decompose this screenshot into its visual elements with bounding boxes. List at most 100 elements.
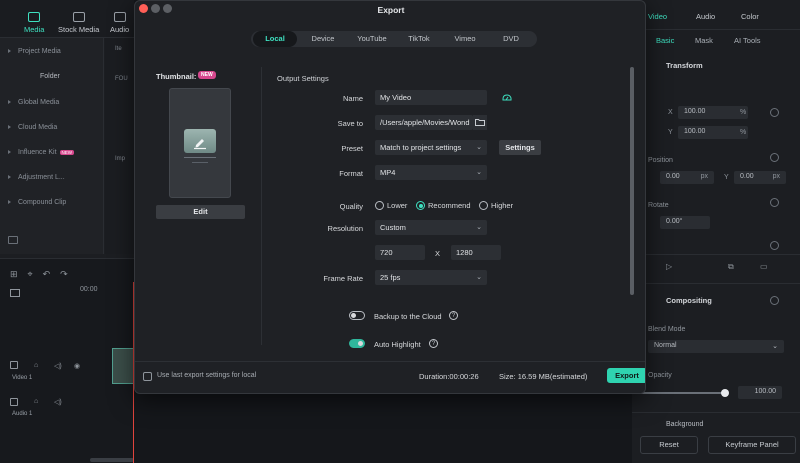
edit-pencil-icon (184, 129, 216, 153)
subtab-mask[interactable]: Mask (695, 36, 713, 45)
media-icon (28, 12, 41, 22)
tab-dvd[interactable]: DVD (489, 31, 533, 47)
add-track-icon[interactable] (10, 289, 20, 297)
tab-tiktok[interactable]: TikTok (397, 31, 441, 47)
rotate-field[interactable]: 0.00° (660, 216, 710, 229)
duration-text: Duration:00:00:26 (419, 372, 479, 381)
keyframe-icon[interactable] (770, 296, 779, 305)
tab-color[interactable]: Color (741, 12, 759, 21)
keyframe-panel-button[interactable]: Keyframe Panel (708, 436, 796, 454)
chevron-down-icon: ⌄ (476, 144, 482, 151)
scale-x-field[interactable]: 100.00 (678, 106, 748, 119)
section-background[interactable]: Background (666, 421, 703, 428)
keyframe-icon[interactable] (770, 198, 779, 207)
chevron-down-icon: ⌄ (476, 274, 482, 281)
save-path-input[interactable]: /Users/apple/Movies/Wond (375, 115, 473, 130)
backup-cloud-toggle[interactable] (349, 311, 365, 320)
library-item-project-media[interactable]: Project Media (8, 48, 61, 55)
ai-rename-icon[interactable] (501, 91, 513, 103)
tab-stock-media[interactable]: Stock Media (58, 12, 99, 34)
library-item-adjustment-layer[interactable]: Adjustment L... (8, 174, 65, 181)
position-y-field[interactable]: 0.00 px (734, 171, 786, 184)
edit-thumbnail-button[interactable]: Edit (156, 205, 245, 219)
thumbnail-preview[interactable] (169, 88, 231, 198)
grid-icon[interactable]: ⊞ (10, 269, 28, 279)
section-transform[interactable]: Transform (666, 61, 703, 70)
use-last-settings-label: Use last export settings for local (157, 372, 257, 379)
timeline-scrollbar[interactable] (90, 458, 134, 462)
thumbnail-divider (192, 162, 208, 163)
opacity-slider[interactable] (640, 392, 726, 394)
crop-icon[interactable]: ▭ (760, 262, 768, 271)
help-icon[interactable]: ? (449, 311, 458, 320)
panel-divider (632, 254, 800, 255)
audio-mute-icon[interactable]: ◁) (54, 362, 62, 370)
radio-icon (375, 201, 384, 210)
tab-audio-props[interactable]: Audio (696, 12, 715, 21)
expand-arrow-icon (8, 49, 12, 53)
media-browser: Ite FOU Imp (105, 38, 134, 254)
scale-y-field[interactable]: 100.00 (678, 126, 748, 139)
auto-highlight-label: Auto Highlight (374, 340, 421, 349)
video-clip[interactable] (112, 348, 134, 384)
trim-icon[interactable]: ⌖ (28, 269, 43, 279)
auto-highlight-toggle[interactable] (349, 339, 365, 348)
audio-track-icon (10, 398, 18, 406)
name-input[interactable]: My Video (375, 90, 487, 105)
resolution-label: Resolution (327, 224, 363, 233)
panel-divider (632, 283, 800, 284)
frame-rate-select[interactable]: 25 fps ⌄ (375, 270, 487, 285)
size-text: Size: 16.59 MB(estimated) (499, 372, 588, 381)
format-select[interactable]: MP4 ⌄ (375, 165, 487, 180)
chevron-down-icon: ⌄ (476, 169, 482, 176)
quality-option-lower[interactable]: Lower (375, 201, 407, 210)
section-compositing[interactable]: Compositing (666, 296, 712, 305)
audio-mute-icon[interactable]: ◁) (54, 398, 62, 406)
flip-horizontal-icon[interactable]: ▷ (666, 262, 672, 271)
opacity-slider-handle[interactable] (721, 389, 729, 397)
tab-media[interactable]: Media (24, 12, 44, 34)
library-item-folder[interactable]: Folder (40, 73, 60, 80)
new-folder-icon[interactable] (8, 236, 18, 244)
library-item-compound-clip[interactable]: Compound Clip (8, 199, 66, 206)
quality-option-higher[interactable]: Higher (479, 201, 513, 210)
reset-button[interactable]: Reset (640, 436, 698, 454)
folder-icon[interactable] (473, 115, 487, 130)
use-last-settings-checkbox[interactable] (143, 372, 152, 381)
tab-youtube[interactable]: YouTube (347, 31, 397, 47)
resolution-height-input[interactable]: 1280 (451, 245, 501, 260)
tab-video[interactable]: Video (648, 12, 667, 21)
expand-arrow-icon (8, 125, 12, 129)
preset-settings-button[interactable]: Settings (499, 140, 541, 155)
lock-icon[interactable]: ⌂ (34, 398, 38, 405)
eye-icon[interactable]: ◉ (74, 362, 80, 370)
keyframe-icon[interactable] (770, 241, 779, 250)
tab-local[interactable]: Local (253, 31, 297, 47)
export-button[interactable]: Export (607, 368, 645, 383)
library-item-influence-kit[interactable]: Influence Kit NEW (8, 149, 75, 156)
stock-media-icon (72, 12, 85, 22)
subtab-ai-tools[interactable]: AI Tools (734, 36, 761, 45)
blend-mode-select[interactable]: Normal ⌄ (648, 340, 784, 353)
lock-icon[interactable]: ⌂ (34, 362, 38, 369)
library-item-cloud-media[interactable]: Cloud Media (8, 124, 57, 131)
opacity-field[interactable]: 100.00 (738, 386, 782, 399)
quality-label: Quality (339, 202, 363, 211)
keyframe-icon[interactable] (770, 153, 779, 162)
undo-icon[interactable]: ↶ (43, 269, 61, 279)
help-icon[interactable]: ? (429, 339, 438, 348)
tab-vimeo[interactable]: Vimeo (443, 31, 487, 47)
settings-scrollbar[interactable] (630, 67, 634, 295)
tab-audio[interactable]: Audio (110, 12, 129, 34)
preset-select[interactable]: Match to project settings ⌄ (375, 140, 487, 155)
flip-vertical-icon[interactable]: ⧉ (728, 262, 734, 272)
resolution-select[interactable]: Custom ⌄ (375, 220, 487, 235)
tab-device[interactable]: Device (301, 31, 345, 47)
redo-icon[interactable]: ↷ (60, 269, 78, 279)
position-x-field[interactable]: 0.00 px (660, 171, 714, 184)
library-item-global-media[interactable]: Global Media (8, 99, 59, 106)
quality-option-recommend[interactable]: Recommend (416, 201, 471, 210)
keyframe-icon[interactable] (770, 108, 779, 117)
resolution-width-input[interactable]: 720 (375, 245, 425, 260)
subtab-basic[interactable]: Basic (656, 36, 674, 45)
